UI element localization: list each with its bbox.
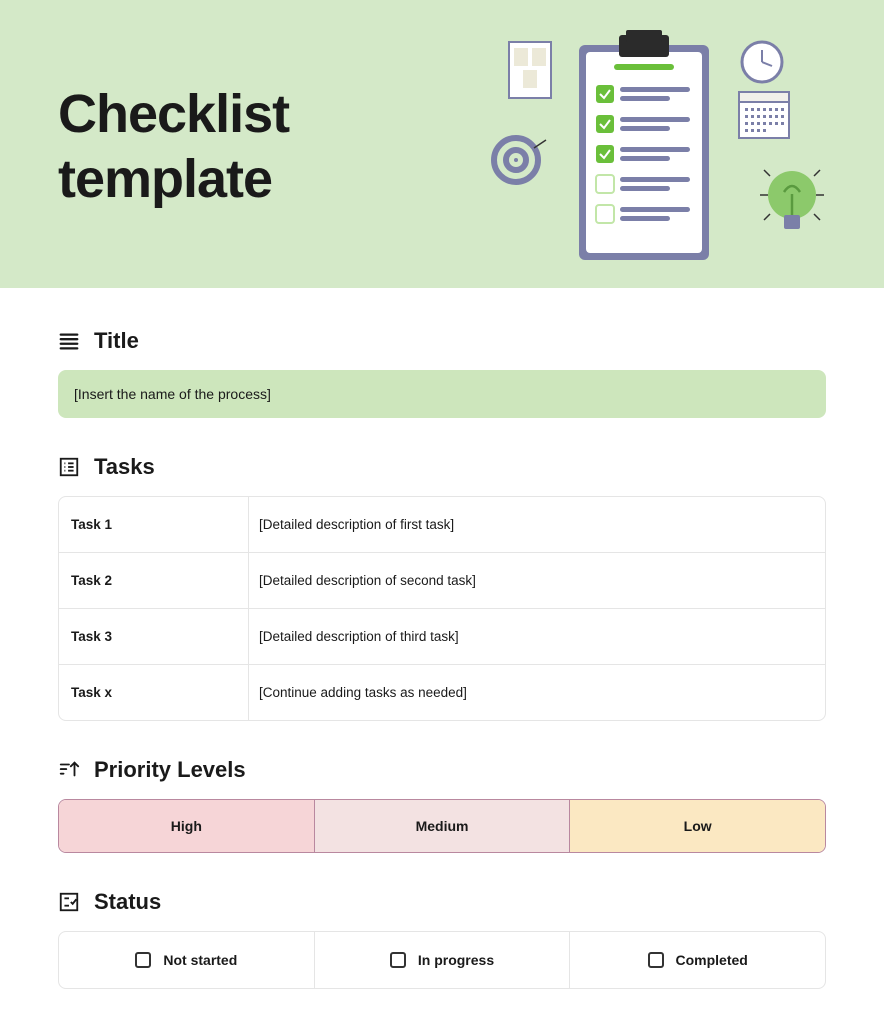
task-name: Task 1	[59, 497, 249, 552]
title-line-1: Checklist	[58, 84, 289, 144]
section-header-priority: Priority Levels	[58, 757, 826, 783]
status-label: In progress	[418, 952, 494, 968]
priority-label: Medium	[416, 818, 469, 834]
task-name: Task 3	[59, 609, 249, 664]
checkbox-icon	[135, 952, 151, 968]
section-heading: Title	[94, 328, 139, 354]
priority-medium[interactable]: Medium	[315, 800, 571, 852]
title-placeholder: [Insert the name of the process]	[74, 386, 271, 402]
section-header-tasks: Tasks	[58, 454, 826, 480]
priority-levels: High Medium Low	[58, 799, 826, 853]
task-name: Task x	[59, 665, 249, 720]
task-desc: [Continue adding tasks as needed]	[249, 665, 825, 720]
task-desc: [Detailed description of first task]	[249, 497, 825, 552]
table-row[interactable]: Task 1 [Detailed description of first ta…	[59, 497, 825, 553]
section-heading: Tasks	[94, 454, 155, 480]
section-heading: Priority Levels	[94, 757, 246, 783]
table-row[interactable]: Task x [Continue adding tasks as needed]	[59, 665, 825, 720]
title-input-box[interactable]: [Insert the name of the process]	[58, 370, 826, 418]
page-title: Checklist template	[58, 82, 289, 212]
hero-illustration	[474, 30, 834, 270]
checkbox-icon	[648, 952, 664, 968]
priority-low[interactable]: Low	[570, 800, 825, 852]
task-desc: [Detailed description of third task]	[249, 609, 825, 664]
checkbox-icon	[390, 952, 406, 968]
hero-banner: Checklist template	[0, 0, 884, 288]
task-name: Task 2	[59, 553, 249, 608]
sort-up-icon	[58, 759, 80, 781]
section-header-title: Title	[58, 328, 826, 354]
table-row[interactable]: Task 3 [Detailed description of third ta…	[59, 609, 825, 665]
tasks-table: Task 1 [Detailed description of first ta…	[58, 496, 826, 721]
section-heading: Status	[94, 889, 161, 915]
priority-high[interactable]: High	[59, 800, 315, 852]
status-options: Not started In progress Completed	[58, 931, 826, 989]
list-box-icon	[58, 456, 80, 478]
section-header-status: Status	[58, 889, 826, 915]
status-completed[interactable]: Completed	[570, 932, 825, 988]
title-line-2: template	[58, 149, 272, 209]
table-row[interactable]: Task 2 [Detailed description of second t…	[59, 553, 825, 609]
lines-icon	[58, 330, 80, 352]
check-box-icon	[58, 891, 80, 913]
status-label: Not started	[163, 952, 237, 968]
priority-label: Low	[684, 818, 712, 834]
priority-label: High	[171, 818, 202, 834]
status-not-started[interactable]: Not started	[59, 932, 315, 988]
status-in-progress[interactable]: In progress	[315, 932, 571, 988]
status-label: Completed	[676, 952, 748, 968]
task-desc: [Detailed description of second task]	[249, 553, 825, 608]
